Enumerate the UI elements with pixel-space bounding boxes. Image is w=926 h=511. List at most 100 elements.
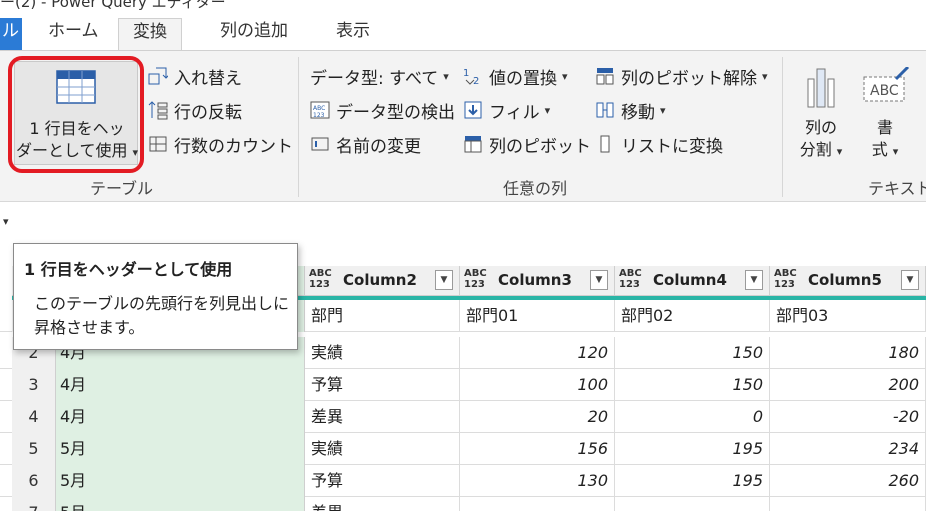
row-number[interactable]: 3	[12, 369, 56, 401]
filter-dropdown-icon[interactable]: ▼	[435, 270, 453, 290]
svg-text:123: 123	[313, 112, 325, 119]
count-rows-icon	[148, 134, 168, 154]
column-header-column2[interactable]: ABC 123 Column2 ▼	[305, 266, 460, 296]
replace-values-button[interactable]: 12 値の置換 ▾	[463, 63, 568, 89]
pivot-column-button[interactable]: 列のピボット	[463, 131, 591, 157]
format-button[interactable]: ABC 書 式 ▾	[854, 59, 916, 171]
split-column-label-line1: 列の	[804, 118, 837, 137]
column-header-column3[interactable]: ABC 123 Column3 ▼	[460, 266, 615, 296]
cell-column4[interactable]	[615, 497, 770, 511]
convert-to-list-button[interactable]: リストに変換	[595, 131, 723, 157]
cell-column5[interactable]: 180	[770, 337, 926, 369]
cell-column2[interactable]: 部門	[305, 300, 460, 332]
chevron-down-icon: ▾	[836, 145, 843, 158]
cell-column3[interactable]: 100	[460, 369, 615, 401]
chevron-down-icon: ▾	[762, 69, 768, 83]
column-name: Column2	[343, 271, 417, 289]
group-label-any-column: 任意の列	[503, 179, 568, 198]
cell-column5[interactable]: -20	[770, 401, 926, 433]
fill-button[interactable]: フィル ▾	[463, 97, 550, 123]
cell-column1[interactable]: 4月	[56, 369, 305, 401]
column-name: Column5	[808, 271, 882, 289]
data-type-label: データ型: すべて	[310, 68, 439, 89]
cell-column2[interactable]: 差異	[305, 401, 460, 433]
cell-column4[interactable]: 195	[615, 465, 770, 497]
cell-column4[interactable]: 150	[615, 337, 770, 369]
split-column-button[interactable]: 列の 分割 ▾	[792, 59, 850, 171]
count-rows-button[interactable]: 行数のカウント	[148, 131, 293, 157]
unpivot-columns-label: 列のピボット解除	[621, 68, 757, 89]
cell-column3[interactable]: 部門01	[460, 300, 615, 332]
any-type-icon[interactable]: ABC 123	[774, 268, 797, 290]
detect-data-type-button[interactable]: ABC 123 データ型の検出	[310, 97, 455, 123]
chevron-down-icon: ▾	[544, 103, 551, 117]
cell-column5[interactable]: 200	[770, 369, 926, 401]
reverse-rows-icon	[148, 100, 168, 120]
pivot-icon	[463, 134, 483, 154]
cell-column4[interactable]: 150	[615, 369, 770, 401]
transpose-icon	[148, 66, 170, 86]
detect-data-type-label: データ型の検出	[336, 102, 455, 123]
row-number[interactable]: 5	[12, 433, 56, 465]
cell-column1[interactable]: 5月	[56, 433, 305, 465]
cell-column1[interactable]: 5月	[56, 465, 305, 497]
ribbon-tabs: ル ホーム 変換 列の追加 表示	[0, 12, 926, 50]
cell-column3[interactable]: 20	[460, 401, 615, 433]
any-type-icon[interactable]: ABC 123	[309, 268, 332, 290]
tab-add-column[interactable]: 列の追加	[220, 18, 288, 50]
window-title-bar: ー(2) - Power Query エディター	[0, 0, 926, 12]
tooltip-title: 1 行目をヘッダーとして使用	[24, 260, 233, 279]
cell-column2[interactable]: 差異	[305, 497, 460, 511]
data-type-dropdown[interactable]: データ型: すべて ▾	[310, 63, 449, 89]
reverse-rows-button[interactable]: 行の反転	[148, 97, 242, 123]
cell-column4[interactable]: 0	[615, 401, 770, 433]
any-type-icon[interactable]: ABC 123	[619, 268, 642, 290]
filter-dropdown-icon[interactable]: ▼	[745, 270, 763, 290]
unpivot-icon	[595, 66, 615, 86]
group-label-text-column: テキストの	[868, 179, 926, 198]
filter-dropdown-icon[interactable]: ▼	[590, 270, 608, 290]
group-label-table: テーブル	[90, 179, 154, 198]
cell-column3[interactable]	[460, 497, 615, 511]
column-header-column5[interactable]: ABC 123 Column5 ▼	[770, 266, 926, 296]
row-number[interactable]: 6	[12, 465, 56, 497]
cell-column3[interactable]: 156	[460, 433, 615, 465]
cell-column4[interactable]: 部門02	[615, 300, 770, 332]
cell-column5[interactable]: 部門03	[770, 300, 926, 332]
quick-access-dropdown[interactable]: ▾	[3, 215, 9, 228]
cell-column3[interactable]: 120	[460, 337, 615, 369]
column-header-column4[interactable]: ABC 123 Column4 ▼	[615, 266, 770, 296]
cell-column3[interactable]: 130	[460, 465, 615, 497]
window-title: ー(2) - Power Query エディター	[0, 0, 226, 11]
table-row: 5 5月 実績 156 195 234	[0, 433, 926, 465]
svg-text:ABC: ABC	[870, 83, 899, 99]
cell-column4[interactable]: 195	[615, 433, 770, 465]
cell-column1[interactable]: 5月	[56, 497, 305, 511]
cell-column5[interactable]: 234	[770, 433, 926, 465]
tab-home[interactable]: ホーム	[48, 18, 99, 50]
move-button[interactable]: 移動 ▾	[595, 97, 666, 123]
highlight-box	[8, 56, 144, 173]
cell-column5[interactable]: 260	[770, 465, 926, 497]
row-number[interactable]: 7	[12, 497, 56, 511]
tab-view[interactable]: 表示	[336, 18, 370, 50]
cell-column2[interactable]: 予算	[305, 465, 460, 497]
cell-column1[interactable]: 4月	[56, 401, 305, 433]
filter-dropdown-icon[interactable]: ▼	[901, 270, 919, 290]
any-type-icon[interactable]: ABC 123	[464, 268, 487, 290]
cell-column2[interactable]: 実績	[305, 433, 460, 465]
transpose-button[interactable]: 入れ替え	[148, 63, 242, 89]
count-rows-label: 行数のカウント	[174, 136, 293, 157]
rename-button[interactable]: 名前の変更	[310, 131, 421, 157]
table-row: 7 5月 差異	[0, 497, 926, 511]
cell-column5[interactable]	[770, 497, 926, 511]
tab-transform[interactable]: 変換	[118, 18, 182, 50]
cell-column2[interactable]: 実績	[305, 337, 460, 369]
tab-file[interactable]: ル	[0, 18, 22, 50]
row-number[interactable]: 4	[12, 401, 56, 433]
column-name: Column3	[498, 271, 572, 289]
rename-icon	[310, 134, 330, 154]
tooltip-body: このテーブルの先頭行を列見出しに昇格させます。	[34, 294, 290, 337]
unpivot-columns-button[interactable]: 列のピボット解除 ▾	[595, 63, 768, 89]
cell-column2[interactable]: 予算	[305, 369, 460, 401]
